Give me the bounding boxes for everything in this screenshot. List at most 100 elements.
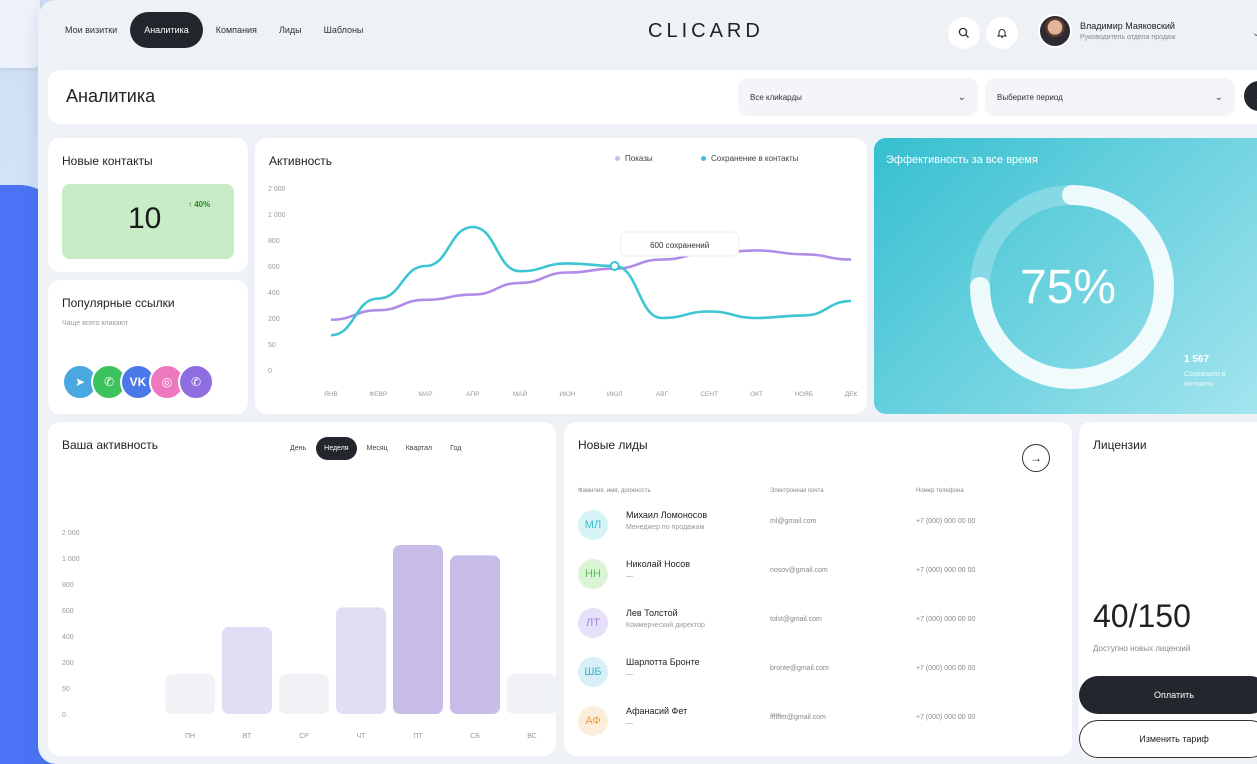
period-select-value: Выберите период <box>997 92 1063 102</box>
column-header-phone: Номер телефона <box>916 488 964 494</box>
avatar <box>1038 14 1072 48</box>
analytics-header: Аналитика Все клиkарды ⌄ Выберите период… <box>48 70 1257 124</box>
lead-role: Менеджер по продажам <box>626 524 705 531</box>
lead-email[interactable]: ffffffet@gmail.com <box>770 714 826 721</box>
x-tick-label: ДЕК <box>845 391 858 398</box>
y-tick-label: 1 000 <box>268 212 286 219</box>
x-tick-label: СР <box>299 733 309 740</box>
bar-СБ <box>450 555 500 714</box>
notifications-button[interactable] <box>986 17 1018 49</box>
nav-item[interactable]: Лиды <box>270 12 311 48</box>
nav-item[interactable]: Мои визитки <box>56 12 126 48</box>
lead-email[interactable]: bronte@gmail.com <box>770 665 829 672</box>
licenses-count: 40/150 <box>1093 598 1191 634</box>
lead-row[interactable]: ЛТ Лев Толстой Коммерческий директор tolst@… <box>578 604 1038 652</box>
weekly-activity-card: Ваша активность День Неделя Месяц Квартал Го… <box>48 422 556 756</box>
lead-role: — <box>626 720 633 727</box>
top-navigation: Мои визитки Аналитика Компания Лиды Шаблоны … <box>38 0 1257 68</box>
lead-row[interactable]: ШБ Шарлотта Бронте — bronte@gmail.com +7 (00… <box>578 653 1038 701</box>
lead-email[interactable]: tolst@gmail.com <box>770 616 822 623</box>
lead-avatar: МЛ <box>578 510 608 540</box>
y-tick-label: 400 <box>62 634 74 641</box>
lead-email[interactable]: ml@gmail.com <box>770 518 816 525</box>
line-chart: 2 000 1 000 800 600 400 200 50 0 ЯНВ ФЕВР МАР АПР МА… <box>268 186 858 398</box>
bar-ЧТ <box>336 607 386 714</box>
column-header-email: Электронная почта <box>770 488 824 494</box>
y-tick-label: 2 000 <box>62 530 80 537</box>
x-tick-label: НОЯБ <box>794 391 813 398</box>
y-tick-label: 1 000 <box>62 556 80 563</box>
pay-button[interactable]: Оплатить <box>1079 676 1257 714</box>
licenses-subtitle: Доступно новых лицензий <box>1093 644 1191 653</box>
bar-ПТ <box>393 545 443 714</box>
clicards-select-value: Все клиkарды <box>750 92 802 102</box>
user-role: Руководитель отдела продаж <box>1080 34 1176 41</box>
activity-chart-card: Активность Показы Сохранение в контакты … <box>255 138 867 414</box>
y-tick-label: 400 <box>268 290 280 297</box>
lead-avatar: НН <box>578 559 608 589</box>
chevron-down-icon[interactable]: ⌄ <box>1252 28 1257 39</box>
bar-СР <box>279 674 329 714</box>
y-tick-label: 600 <box>268 264 280 271</box>
lead-avatar: ШБ <box>578 657 608 687</box>
x-tick-label: ПН <box>185 733 195 740</box>
x-tick-label: ЧТ <box>357 733 367 740</box>
y-tick-label: 200 <box>268 316 280 323</box>
x-tick-label: ПТ <box>413 733 423 740</box>
period-select[interactable]: Выберите период ⌄ <box>985 78 1235 116</box>
lead-row[interactable]: АФ Афанасий Фет — ffffffet@gmail.com +7 (000… <box>578 702 1038 750</box>
lead-avatar: ЛТ <box>578 608 608 638</box>
bell-icon <box>996 29 1008 39</box>
lead-row[interactable]: НН Николай Носов — nosov@gmail.com +7 (000) … <box>578 555 1038 603</box>
nav-item[interactable]: Шаблоны <box>315 12 373 48</box>
clicards-select[interactable]: Все клиkарды ⌄ <box>738 78 978 116</box>
bar-ПН <box>165 674 215 714</box>
lead-name: Афанасий Фет <box>626 706 688 716</box>
new-contacts-card: Новые контакты 10 ↑ 40% <box>48 138 248 272</box>
open-leads-button[interactable]: → <box>1022 444 1050 472</box>
nav-item[interactable]: Аналитика <box>130 12 203 48</box>
growth-badge: ↑ 40% <box>188 200 211 209</box>
saved-label: Сохранили в контакты <box>1184 371 1226 388</box>
x-tick-label: ИЮЛ <box>607 391 622 398</box>
lead-phone: +7 (000) 000 00 00 <box>916 665 976 672</box>
popular-links-card: Популярные ссылки Чаще всего кликают ➤ ✆ V… <box>48 280 248 414</box>
y-tick-label: 50 <box>268 342 276 349</box>
x-tick-label: ВС <box>527 733 537 740</box>
x-tick-label: ФЕВР <box>369 391 387 398</box>
chevron-down-icon: ⌄ <box>1214 91 1223 103</box>
nav-item[interactable]: Компания <box>207 12 266 48</box>
lead-role: Коммерческий директор <box>626 622 705 629</box>
x-tick-label: СБ <box>470 733 480 740</box>
lead-email[interactable]: nosov@gmail.com <box>770 567 828 574</box>
x-tick-label: МАЙ <box>513 389 528 398</box>
efficiency-percent: 75% <box>1020 261 1117 314</box>
x-tick-label: ОКТ <box>750 391 763 398</box>
bar-ВТ <box>222 626 272 714</box>
series-line-0 <box>330 249 852 322</box>
new-leads-card: Новые лиды → Фамилия, имя, должность Эле… <box>564 422 1072 756</box>
lead-phone: +7 (000) 000 00 00 <box>916 567 976 574</box>
x-tick-label: ИЮН <box>559 391 575 398</box>
change-tariff-button[interactable]: Изменить тариф <box>1079 720 1257 758</box>
social-icons: ➤ ✆ VK ◎ ✆ <box>62 364 214 400</box>
download-button[interactable]: ⤓ <box>1244 81 1257 111</box>
lead-role: — <box>626 671 633 678</box>
y-tick-label: 800 <box>62 582 74 589</box>
efficiency-card: Эффективность за все время 75% 1 567 Сох… <box>874 138 1257 414</box>
lead-name: Шарлотта Бронте <box>626 657 700 667</box>
y-tick-label: 200 <box>62 660 74 667</box>
viber-icon[interactable]: ✆ <box>178 364 214 400</box>
contacts-count: 10 <box>128 202 162 235</box>
lead-phone: +7 (000) 000 00 00 <box>916 518 976 525</box>
card-title: Новые лиды <box>578 438 648 452</box>
highlight-point[interactable] <box>609 261 620 271</box>
lead-avatar: АФ <box>578 706 608 736</box>
search-button[interactable] <box>948 17 980 49</box>
card-title: Новые контакты <box>62 154 153 168</box>
lead-row[interactable]: МЛ Михаил Ломоносов Менеджер по продажам ml… <box>578 506 1038 554</box>
x-tick-label: МАР <box>418 391 432 398</box>
user-profile[interactable]: Владимир Маяковский Руководитель отдела … <box>1038 14 1176 48</box>
lead-role: — <box>626 573 633 580</box>
background-panel <box>0 0 40 68</box>
